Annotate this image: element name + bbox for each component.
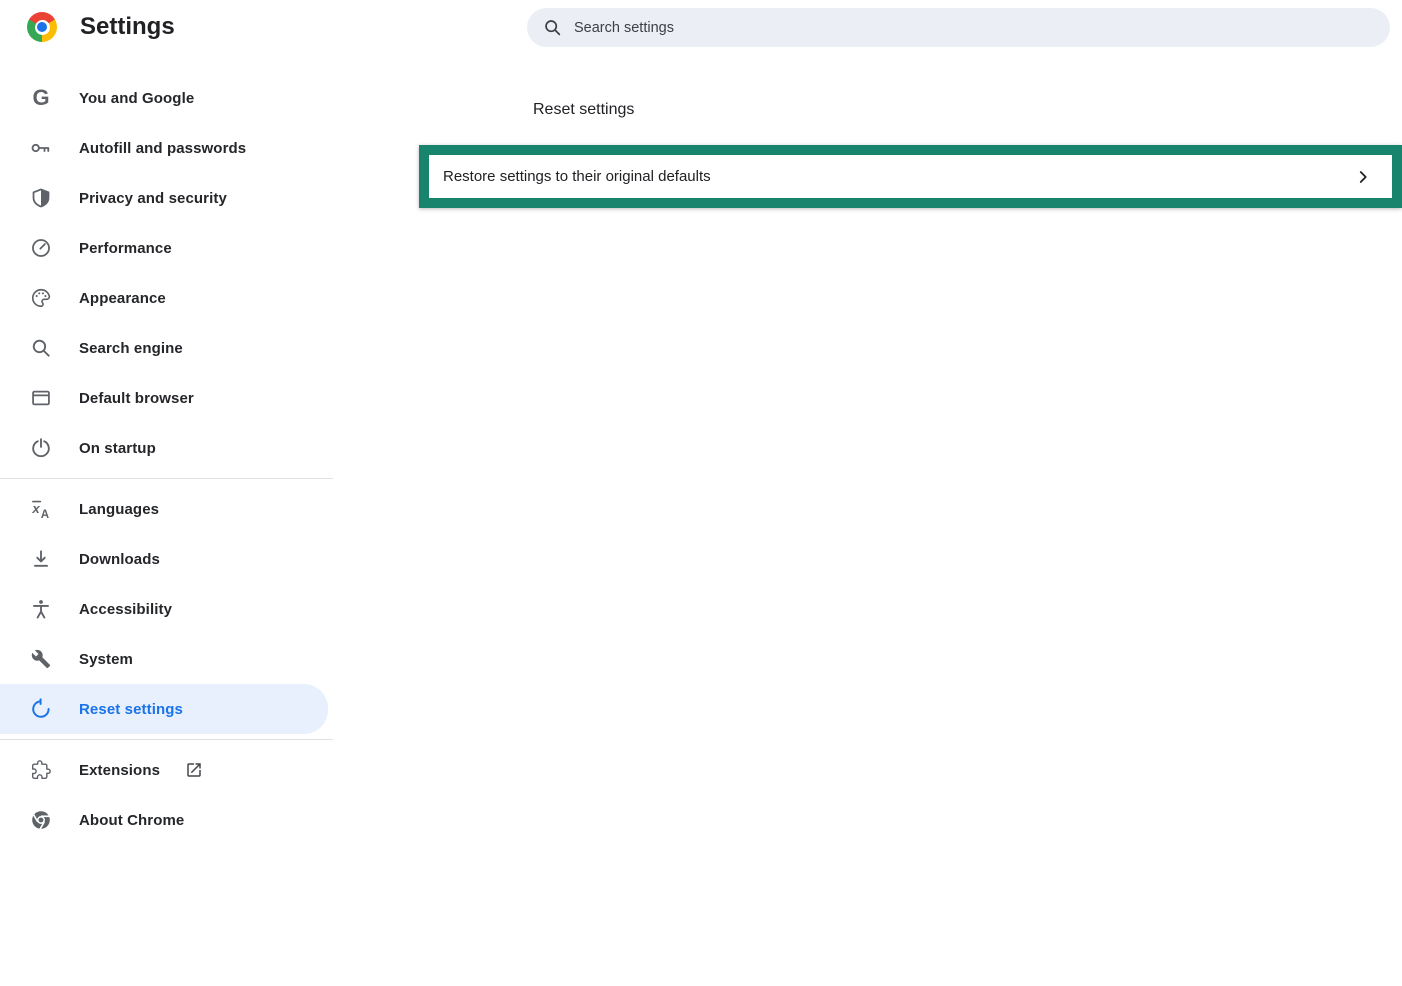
sidebar-item-label: Autofill and passwords (79, 140, 246, 157)
chevron-right-icon (1354, 168, 1372, 186)
sidebar-item-label: Downloads (79, 551, 160, 568)
sidebar-item-label: Extensions (79, 762, 160, 779)
sidebar-item-downloads[interactable]: Downloads (0, 534, 328, 584)
key-icon (29, 136, 53, 160)
sidebar-item-extensions[interactable]: Extensions (0, 745, 328, 795)
sidebar-divider (0, 478, 333, 479)
sidebar-item-label: On startup (79, 440, 156, 457)
sidebar-item-label: System (79, 651, 133, 668)
search-icon (29, 336, 53, 360)
sidebar-item-label: Performance (79, 240, 172, 257)
sidebar-item-default-browser[interactable]: Default browser (0, 373, 328, 423)
sidebar-item-search-engine[interactable]: Search engine (0, 323, 328, 373)
sidebar-item-you-and-google[interactable]: G You and Google (0, 73, 328, 123)
sidebar-item-label: Default browser (79, 390, 194, 407)
sidebar-item-languages[interactable]: x A Languages (0, 484, 328, 534)
speedometer-icon (29, 236, 53, 260)
sidebar-item-reset-settings[interactable]: Reset settings (0, 684, 328, 734)
svg-text:x: x (31, 501, 40, 516)
accessibility-icon (29, 597, 53, 621)
section-title: Reset settings (533, 101, 634, 119)
sidebar: G You and Google Autofill and passwords … (0, 73, 333, 845)
sidebar-item-about-chrome[interactable]: About Chrome (0, 795, 328, 845)
settings-search[interactable] (527, 8, 1390, 47)
sidebar-item-label: Accessibility (79, 601, 172, 618)
restore-defaults-row[interactable]: Restore settings to their original defau… (419, 145, 1402, 208)
google-g-icon: G (29, 86, 53, 110)
translate-icon: x A (29, 497, 53, 521)
sidebar-item-on-startup[interactable]: On startup (0, 423, 328, 473)
browser-window-icon (29, 386, 53, 410)
restore-defaults-label: Restore settings to their original defau… (443, 168, 1354, 185)
svg-text:A: A (41, 509, 50, 520)
chrome-logo-icon (27, 12, 57, 42)
sidebar-item-label: Appearance (79, 290, 166, 307)
sidebar-item-accessibility[interactable]: Accessibility (0, 584, 328, 634)
sidebar-item-label: About Chrome (79, 812, 184, 829)
sidebar-item-label: Languages (79, 501, 159, 518)
sidebar-item-system[interactable]: System (0, 634, 328, 684)
download-icon (29, 547, 53, 571)
search-icon (543, 18, 562, 37)
sidebar-item-autofill-and-passwords[interactable]: Autofill and passwords (0, 123, 328, 173)
puzzle-icon (29, 758, 53, 782)
sidebar-item-label: Privacy and security (79, 190, 227, 207)
chrome-logo-inner-blue (37, 22, 47, 32)
search-input[interactable] (572, 19, 1276, 37)
power-icon (29, 436, 53, 460)
external-link-icon (185, 761, 203, 779)
sidebar-divider (0, 739, 333, 740)
sidebar-item-performance[interactable]: Performance (0, 223, 328, 273)
wrench-icon (29, 647, 53, 671)
sidebar-item-appearance[interactable]: Appearance (0, 273, 328, 323)
chrome-settings-page: Settings G You and Google Autofill and p… (0, 0, 1402, 986)
page-title: Settings (80, 13, 175, 41)
sidebar-item-label: You and Google (79, 90, 194, 107)
chrome-icon (29, 808, 53, 832)
sidebar-item-privacy-and-security[interactable]: Privacy and security (0, 173, 328, 223)
shield-icon (29, 186, 53, 210)
reset-icon (29, 697, 53, 721)
palette-icon (29, 286, 53, 310)
sidebar-item-label: Search engine (79, 340, 183, 357)
sidebar-item-label: Reset settings (79, 701, 183, 718)
